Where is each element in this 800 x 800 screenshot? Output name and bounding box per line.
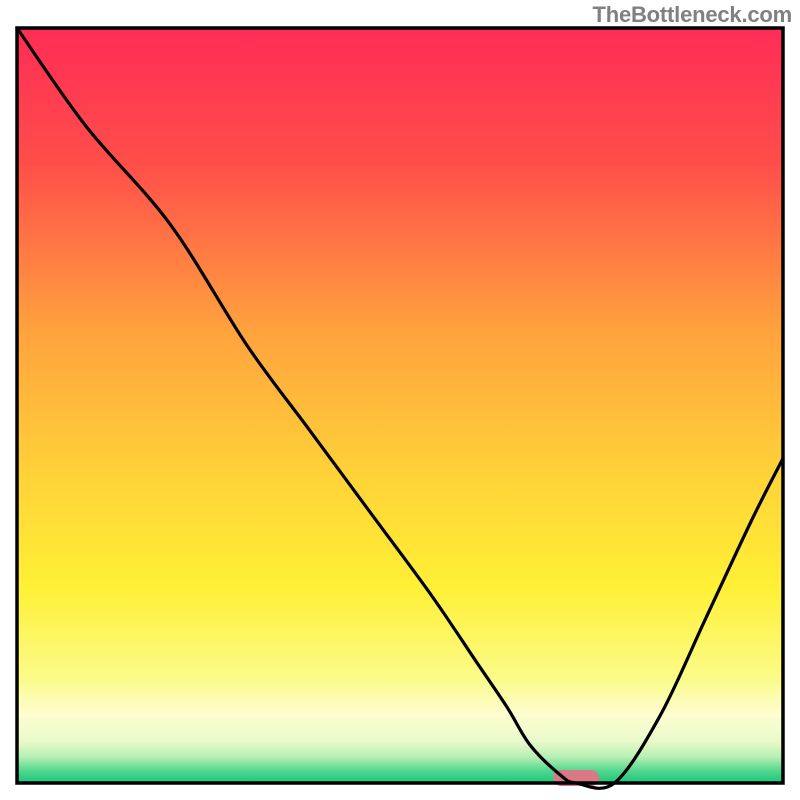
chart-stage: TheBottleneck.com [0, 0, 800, 800]
watermark-label: TheBottleneck.com [592, 2, 792, 28]
chart-background-gradient [17, 28, 783, 783]
bottleneck-chart [0, 0, 800, 800]
